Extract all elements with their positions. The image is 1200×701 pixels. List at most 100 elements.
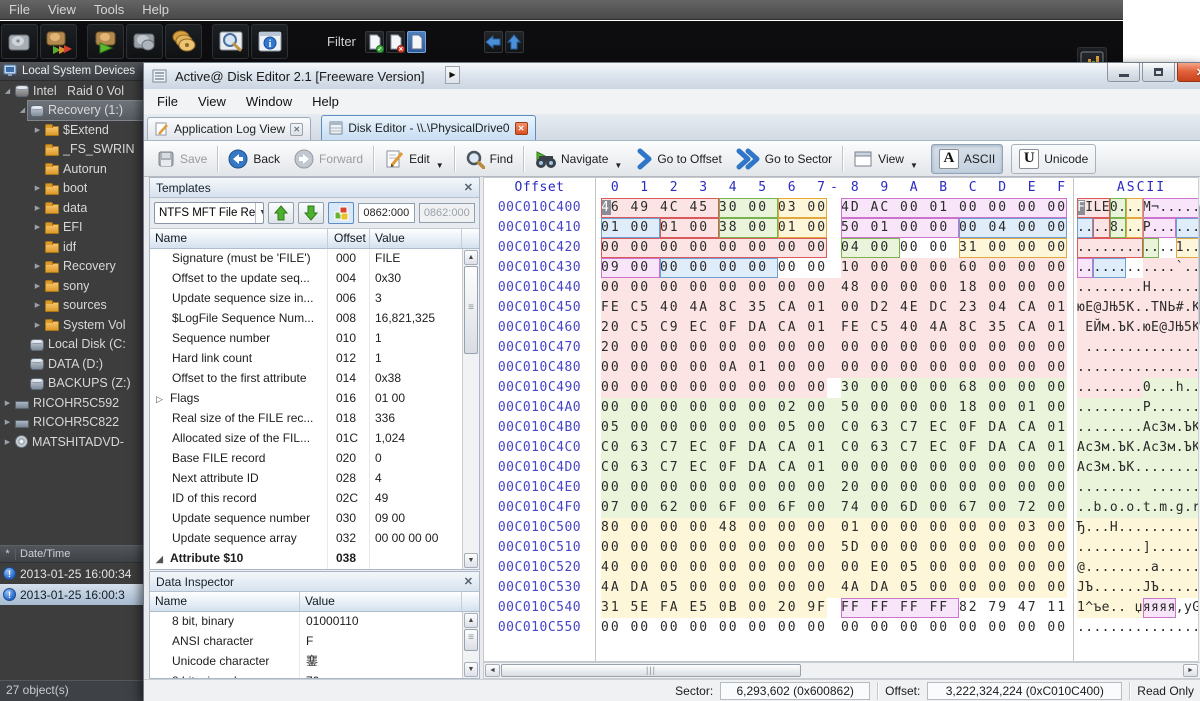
tree-item[interactable]: Local Disk (C: — [0, 335, 145, 355]
expander-icon[interactable]: ▶ — [32, 204, 43, 212]
inspector-row[interactable]: 8 bit, binary 01000110 — [150, 612, 479, 632]
tree-item[interactable]: idf — [0, 237, 145, 257]
scroll-left-icon[interactable]: ◄ — [485, 664, 500, 677]
filter-exclude-button[interactable]: ✕ — [385, 30, 405, 53]
expander-icon[interactable]: ▶ — [32, 282, 43, 290]
hex-row[interactable]: 07 00 62 00 6F 00 6F 00 74 00 6D 00 67 0… — [601, 498, 1073, 518]
template-row[interactable]: Update sequence size in... 006 3 — [150, 289, 479, 309]
navigate-button[interactable]: Navigate ▼ — [527, 144, 629, 174]
tab-application-log-view[interactable]: Application Log View ✕ — [147, 117, 312, 140]
menu-tools[interactable]: Tools — [85, 0, 133, 20]
tree-item[interactable]: Autorun — [0, 159, 145, 179]
menu-view[interactable]: View — [188, 94, 236, 109]
hex-row[interactable]: 01 00 01 00 38 00 01 00 50 01 00 00 00 0… — [601, 218, 1073, 238]
save-button[interactable]: Save — [150, 144, 214, 174]
template-row[interactable]: Sequence number 010 1 — [150, 329, 479, 349]
hex-ascii-row[interactable]: юЕ@JЊ5К..ТNЬ#.К. — [1077, 298, 1200, 318]
nav-back-button[interactable] — [483, 30, 503, 53]
open-disk-button[interactable] — [1, 24, 38, 59]
menu-help[interactable]: Help — [133, 0, 178, 20]
hex-ascii-row[interactable]: @........а...... — [1077, 558, 1200, 578]
hex-row[interactable]: 31 5E FA E5 0B 00 20 9F FF FF FF FF 82 7… — [601, 598, 1073, 618]
log-row[interactable]: ! 2013-01-25 16:00:34 — [0, 563, 145, 584]
template-row[interactable]: Update sequence array 032 00 00 00 00 — [150, 529, 479, 549]
ascii-toggle-button[interactable]: A ASCII — [930, 143, 1004, 174]
hex-ascii-row[interactable]: ............1... — [1077, 238, 1200, 258]
hex-row[interactable]: C0 63 C7 EC 0F DA CA 01 C0 63 C7 EC 0F D… — [601, 438, 1073, 458]
hex-ascii-row[interactable]: АсЗм.ЪК.АсЗм.ЪК. — [1077, 438, 1200, 458]
expander-icon[interactable]: ▶ — [32, 126, 43, 134]
hex-ascii-row[interactable]: ....8...P....... — [1077, 218, 1200, 238]
record-offset-field[interactable]: 0862:000 — [358, 203, 415, 223]
expander-icon[interactable]: ▶ — [32, 321, 43, 329]
hex-editor-view[interactable]: Offset 00C010C400 00C010C410 00C010C420 00C… — [483, 177, 1200, 662]
scroll-right-icon[interactable]: ► — [1183, 664, 1198, 677]
close-button[interactable]: ✕ — [1177, 63, 1200, 82]
hex-ascii-row[interactable]: JЪ......JЪ...... — [1077, 578, 1200, 598]
hex-row[interactable]: 00 00 00 00 00 00 00 00 5D 00 00 00 00 0… — [601, 538, 1073, 558]
inspector-row[interactable]: ANSI character F — [150, 632, 479, 652]
scroll-up-icon[interactable]: ▲ — [464, 613, 478, 628]
nav-up-button[interactable] — [504, 30, 524, 53]
edit-button[interactable]: Edit ▼ — [377, 144, 451, 174]
tree-item[interactable]: _FS_SWRIN — [0, 140, 145, 160]
hex-ascii-row[interactable]: ................ — [1077, 618, 1200, 638]
hex-row[interactable]: C0 63 C7 EC 0F DA CA 01 00 00 00 00 00 0… — [601, 458, 1073, 478]
inspector-row[interactable]: 8 bit, signed70 — [150, 672, 479, 678]
tree-item[interactable]: ◢ Intel Raid 0 Vol — [0, 81, 145, 101]
ascii-column[interactable]: ASCII FILE0...M¬..........8...P.........… — [1074, 178, 1200, 661]
template-row[interactable]: ID of this record 02C 49 — [150, 489, 479, 509]
log-row[interactable]: ! 2013-01-25 16:00:3 — [0, 584, 145, 605]
minimize-button[interactable] — [1107, 63, 1140, 82]
tab-close-icon[interactable]: ✕ — [514, 121, 528, 135]
hex-row[interactable]: FE C5 40 4A 8C 35 CA 01 00 D2 4E DC 23 0… — [601, 298, 1073, 318]
tree-item[interactable]: ▶ Recovery — [0, 257, 145, 277]
hex-row[interactable]: 46 49 4C 45 30 00 03 00 4D AC 00 01 00 0… — [601, 198, 1073, 218]
template-row[interactable]: Allocated size of the FIL... 01C 1,024 — [150, 429, 479, 449]
tab-close-icon[interactable]: ✕ — [290, 122, 304, 136]
tree-item[interactable]: ▶ sources — [0, 296, 145, 316]
tree-item[interactable]: ▶ RICOHR5C822 — [0, 413, 145, 433]
find-button[interactable]: Find — [458, 144, 520, 174]
hex-ascii-row[interactable]: ................ — [1077, 358, 1200, 378]
tree-item[interactable]: ▶ System Vol — [0, 315, 145, 335]
refresh-disk-button[interactable] — [87, 24, 124, 59]
tree-item[interactable]: BACKUPS (Z:) — [0, 374, 145, 394]
panel-close-icon[interactable]: ✕ — [464, 181, 473, 194]
scroll-down-icon[interactable]: ▼ — [464, 553, 478, 568]
hex-row[interactable]: 00 00 00 00 00 00 00 00 04 00 00 00 31 0… — [601, 238, 1073, 258]
expander-icon[interactable]: ▶ — [2, 399, 13, 407]
window-titlebar[interactable]: Active@ Disk Editor 2.1 [Freeware Versio… — [144, 63, 1200, 89]
forward-button[interactable]: Forward — [287, 144, 370, 174]
hex-row[interactable]: 00 00 00 00 00 00 02 00 50 00 00 00 18 0… — [601, 398, 1073, 418]
hex-ascii-row[interactable]: ........H....... — [1077, 278, 1200, 298]
menu-view[interactable]: View — [39, 0, 85, 20]
template-row[interactable]: Base FILE record 020 0 — [150, 449, 479, 469]
template-colors-button[interactable] — [328, 202, 355, 224]
tree-item[interactable]: ▶ data — [0, 198, 145, 218]
template-row[interactable]: ◢ Attribute $10 038 — [150, 549, 479, 569]
info-button[interactable]: i — [251, 24, 288, 59]
view-button[interactable]: View ▼ — [846, 144, 925, 174]
gray-disk-button[interactable] — [126, 24, 163, 59]
hex-row[interactable]: 4A DA 05 00 00 00 00 00 4A DA 05 00 00 0… — [601, 578, 1073, 598]
hex-ascii-row[interactable]: ЕЙм.ЪК.юЕ@JЊ5К. — [1077, 318, 1200, 338]
hex-row[interactable]: 20 00 00 00 00 00 00 00 00 00 00 00 00 0… — [601, 338, 1073, 358]
hex-ascii-row[interactable]: Ђ...H........... — [1077, 518, 1200, 538]
filter-include-button[interactable]: ✓ — [364, 30, 384, 53]
hex-ascii-row[interactable]: ........АсЗм.ЪК. — [1077, 418, 1200, 438]
expander-icon[interactable]: ▶ — [32, 184, 43, 192]
next-record-button[interactable] — [298, 202, 325, 224]
hex-ascii-row[interactable]: FILE0...M¬...... — [1077, 198, 1200, 218]
hex-row[interactable]: 00 00 00 00 0A 01 00 00 00 00 00 00 00 0… — [601, 358, 1073, 378]
tree-item[interactable]: ▶ EFI — [0, 218, 145, 238]
unicode-toggle-button[interactable]: U Unicode — [1011, 143, 1097, 174]
tree-item[interactable]: ◢ Recovery (1:) — [0, 99, 145, 121]
template-row[interactable]: Next attribute ID 028 4 — [150, 469, 479, 489]
hex-ascii-row[interactable]: ........ ....... — [1077, 478, 1200, 498]
hex-ascii-row[interactable]: АсЗм.ЪК......... — [1077, 458, 1200, 478]
tab-scroll-right-button[interactable]: ▶ — [445, 66, 460, 84]
expander-icon[interactable]: ▶ — [2, 438, 13, 446]
tree-item[interactable]: ▶ $Extend — [0, 120, 145, 140]
preview-button[interactable] — [212, 24, 249, 59]
